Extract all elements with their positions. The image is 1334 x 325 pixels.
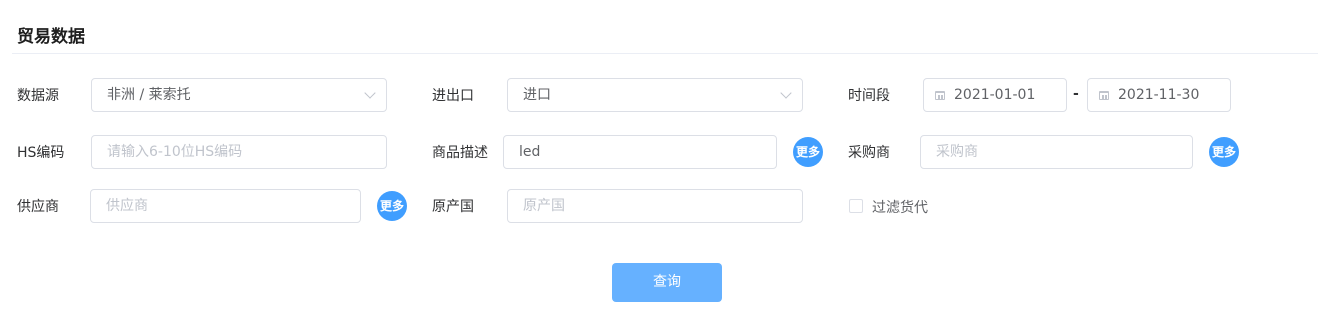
- supplier-input[interactable]: 供应商: [90, 189, 361, 223]
- filter-forwarder-checkbox[interactable]: [849, 199, 863, 213]
- chevron-down-icon: [364, 87, 376, 99]
- chevron-down-icon: [780, 87, 792, 99]
- product-more-button[interactable]: 更多: [793, 137, 823, 167]
- product-desc-label: 商品描述: [432, 145, 488, 161]
- hs-code-input[interactable]: 请输入6-10位HS编码: [91, 135, 387, 169]
- data-source-select[interactable]: 非洲 / 莱索托: [91, 78, 387, 112]
- filter-forwarder-label[interactable]: 过滤货代: [872, 197, 928, 217]
- title-divider: [12, 53, 1318, 54]
- origin-country-input[interactable]: 原产国: [507, 189, 803, 223]
- supplier-more-button[interactable]: 更多: [377, 191, 407, 221]
- supplier-label: 供应商: [17, 199, 59, 215]
- supplier-placeholder: 供应商: [106, 198, 148, 214]
- start-date-picker[interactable]: 2021-01-01: [923, 78, 1067, 112]
- buyer-more-button[interactable]: 更多: [1209, 137, 1239, 167]
- data-source-label: 数据源: [17, 88, 59, 104]
- import-export-select[interactable]: 进口: [507, 78, 803, 112]
- buyer-input[interactable]: 采购商: [920, 135, 1193, 169]
- hs-code-placeholder: 请输入6-10位HS编码: [107, 144, 243, 160]
- date-separator: -: [1073, 86, 1079, 102]
- buyer-placeholder: 采购商: [936, 144, 978, 160]
- origin-country-label: 原产国: [432, 199, 474, 215]
- data-source-value: 非洲 / 莱索托: [107, 87, 191, 103]
- import-export-value: 进口: [523, 87, 551, 103]
- end-date-value: 2021-11-30: [1118, 87, 1200, 103]
- query-button[interactable]: 查询: [612, 263, 722, 302]
- buyer-label: 采购商: [848, 145, 890, 161]
- end-date-picker[interactable]: 2021-11-30: [1087, 78, 1231, 112]
- start-date-value: 2021-01-01: [954, 87, 1036, 103]
- product-desc-input[interactable]: led: [503, 135, 777, 169]
- calendar-icon: [1099, 91, 1109, 100]
- page-title: 贸易数据: [17, 27, 85, 47]
- product-desc-value: led: [519, 144, 541, 160]
- calendar-icon: [935, 91, 945, 100]
- time-range-label: 时间段: [848, 88, 890, 104]
- origin-country-placeholder: 原产国: [523, 198, 565, 214]
- hs-code-label: HS编码: [17, 145, 65, 161]
- import-export-label: 进出口: [432, 88, 474, 104]
